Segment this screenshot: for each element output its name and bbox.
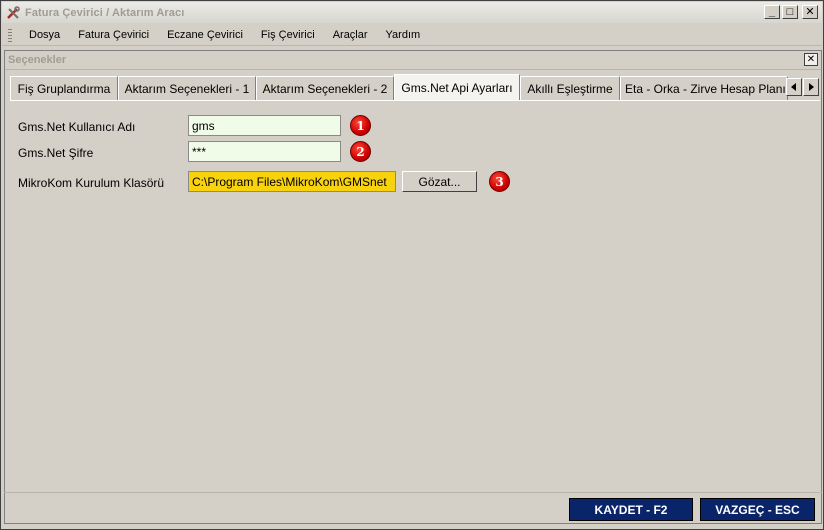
tab-content-gms-net: Gms.Net Kullanıcı Adı 1 Gms.Net Şifre 2 … [10, 100, 820, 492]
badge-1: 1 [350, 115, 371, 136]
tab-gms-net-api-ayarlari[interactable]: Gms.Net Api Ayarları [394, 74, 520, 100]
folder-label: MikroKom Kurulum Klasörü [18, 176, 165, 190]
arrow-left-icon [791, 83, 796, 91]
tab-eta-orka-zirve[interactable]: Eta - Orka - Zirve Hesap Planı [620, 76, 788, 100]
options-panel: Seçenekler ✕ Fiş Gruplandırma Aktarım Se… [4, 50, 822, 524]
menu-item-yardim[interactable]: Yardım [377, 29, 430, 41]
wrench-screwdriver-icon [5, 5, 21, 21]
main-window: Fatura Çevirici / Aktarım Aracı _ □ ✕ Do… [0, 0, 824, 530]
window-controls: _ □ ✕ [764, 5, 818, 19]
title-bar[interactable]: Fatura Çevirici / Aktarım Aracı _ □ ✕ [2, 2, 822, 23]
tab-aktarim-secenekleri-2[interactable]: Aktarım Seçenekleri - 2 [256, 76, 394, 100]
tab-scroll-right-button[interactable] [803, 78, 819, 96]
close-button[interactable]: ✕ [802, 5, 818, 19]
menu-item-araclar[interactable]: Araçlar [324, 29, 377, 41]
arrow-right-icon [809, 83, 814, 91]
badge-3: 3 [489, 171, 510, 192]
minimize-button[interactable]: _ [764, 5, 780, 19]
menu-item-dosya[interactable]: Dosya [20, 29, 69, 41]
footer-bar: KAYDET - F2 VAZGEÇ - ESC [4, 492, 822, 525]
maximize-icon: □ [786, 5, 794, 18]
tab-akilli-eslestirme[interactable]: Akıllı Eşleştirme [520, 76, 620, 100]
cancel-button[interactable]: VAZGEÇ - ESC [700, 498, 815, 521]
tab-scroll-left-button[interactable] [786, 78, 802, 96]
save-button[interactable]: KAYDET - F2 [569, 498, 693, 521]
browse-button[interactable]: Gözat... [402, 171, 477, 192]
badge-2: 2 [350, 141, 371, 162]
tab-strip: Fiş Gruplandırma Aktarım Seçenekleri - 1… [10, 74, 820, 100]
username-input[interactable] [188, 115, 341, 136]
panel-title: Seçenekler [8, 54, 67, 66]
minimize-icon: _ [768, 5, 776, 18]
username-label: Gms.Net Kullanıcı Adı [18, 120, 136, 134]
menu-item-eczane-cevirici[interactable]: Eczane Çevirici [158, 29, 252, 41]
menu-item-fis-cevirici[interactable]: Fiş Çevirici [252, 29, 324, 41]
menu-bar: Dosya Fatura Çevirici Eczane Çevirici Fi… [2, 25, 822, 46]
panel-header: Seçenekler ✕ [5, 51, 821, 70]
password-input[interactable] [188, 141, 341, 162]
password-label: Gms.Net Şifre [18, 146, 94, 160]
menu-item-fatura-cevirici[interactable]: Fatura Çevirici [69, 29, 158, 41]
menu-grip-handle[interactable] [8, 28, 12, 42]
window-title: Fatura Çevirici / Aktarım Aracı [25, 6, 185, 19]
close-icon: ✕ [806, 53, 816, 65]
maximize-button[interactable]: □ [782, 5, 798, 19]
close-icon: ✕ [805, 5, 815, 18]
tab-aktarim-secenekleri-1[interactable]: Aktarım Seçenekleri - 1 [118, 76, 256, 100]
panel-close-button[interactable]: ✕ [804, 53, 818, 66]
folder-path-input[interactable] [188, 171, 396, 192]
tab-fis-gruplandirma[interactable]: Fiş Gruplandırma [10, 76, 118, 100]
